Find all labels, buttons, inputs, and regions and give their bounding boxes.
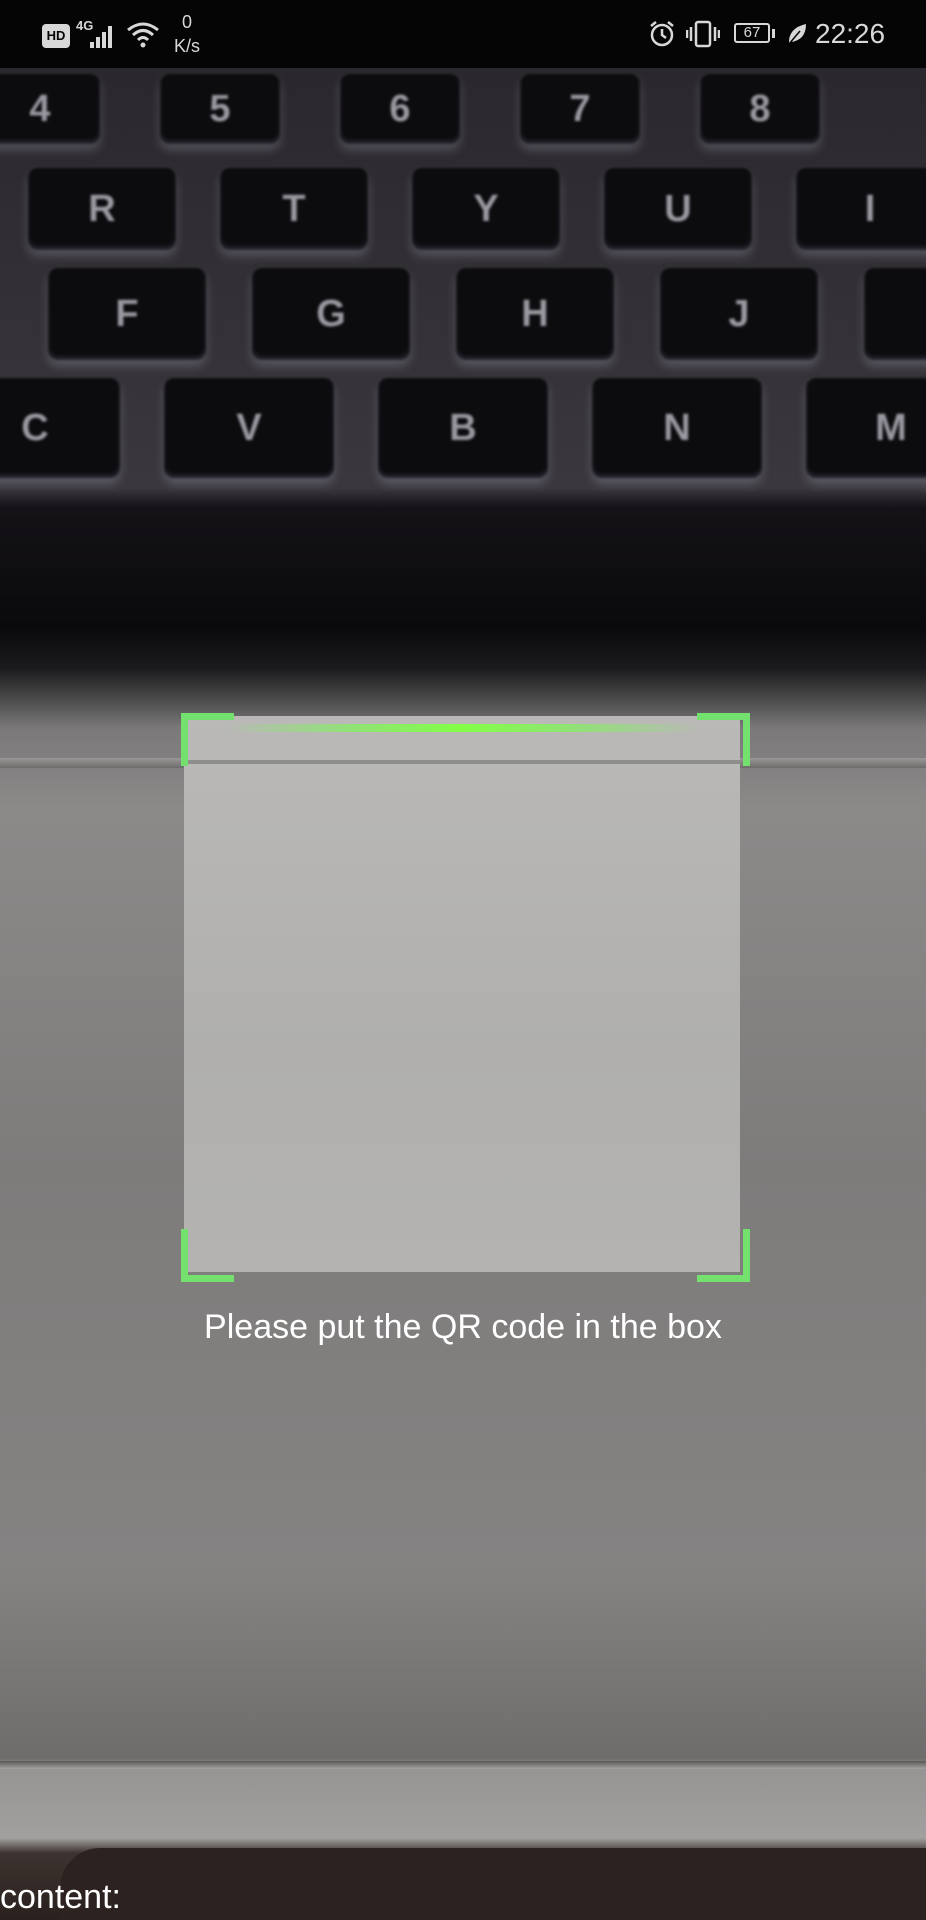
keyboard-key: Y: [412, 168, 560, 250]
scan-corner-bottom-right: [697, 1229, 750, 1282]
keyboard-key: 4: [0, 74, 100, 144]
scan-line: [226, 724, 698, 732]
battery-level: 67: [743, 24, 761, 41]
keyboard-key: M: [806, 378, 926, 478]
status-bar: HD 4G 0 K/s 67 22:26: [0, 0, 926, 68]
result-label: content:: [0, 1878, 121, 1916]
keyboard-key: T: [220, 168, 368, 250]
scan-corner-top-left: [181, 713, 234, 766]
scan-area-edge: [184, 760, 740, 764]
battery-tip: [772, 29, 775, 38]
qr-scanner-screen: HD 4 G 0 K/s 67 22:26 4 5 6 7 8 R T Y U I…: [0, 0, 926, 1920]
scan-hint: Please put the QR code in the box: [204, 1308, 722, 1346]
keyboard-key: F: [48, 268, 206, 360]
keyboard-key: H: [456, 268, 614, 360]
keyboard-key: 8: [700, 74, 820, 144]
keyboard-key: U: [604, 168, 752, 250]
keyboard-key: 7: [520, 74, 640, 144]
keyboard-key: C: [0, 378, 120, 478]
signal-icon: [90, 26, 112, 48]
keyboard-key: J: [660, 268, 818, 360]
keyboard-key: I: [796, 168, 926, 250]
palmrest-edge: [0, 1761, 926, 1769]
alarm-icon: [650, 21, 674, 47]
keyboard-key: B: [378, 378, 548, 478]
vibrate-icon: [686, 20, 720, 48]
clock: 22:26: [815, 18, 886, 49]
keyboard-key: 5: [160, 74, 280, 144]
keyboard-key: R: [28, 168, 176, 250]
scan-corner-bottom-left: [181, 1229, 234, 1282]
keyboard-key: N: [592, 378, 762, 478]
hd-icon: HD: [42, 24, 70, 48]
wifi-icon: [127, 22, 159, 48]
scan-corner-top-right: [697, 713, 750, 766]
keyboard-key: K: [864, 268, 926, 360]
keyboard-key: V: [164, 378, 334, 478]
battery-icon: 67: [734, 23, 776, 45]
leaf-icon: [788, 24, 806, 45]
net-speed-unit: K/s: [174, 36, 201, 56]
scan-area: [184, 716, 740, 1272]
keyboard-key: 6: [340, 74, 460, 144]
bottom-surface: [60, 1848, 926, 1920]
result-content: content:: [0, 1878, 121, 1917]
keyboard-key: G: [252, 268, 410, 360]
net-speed-value: 0: [182, 12, 193, 32]
